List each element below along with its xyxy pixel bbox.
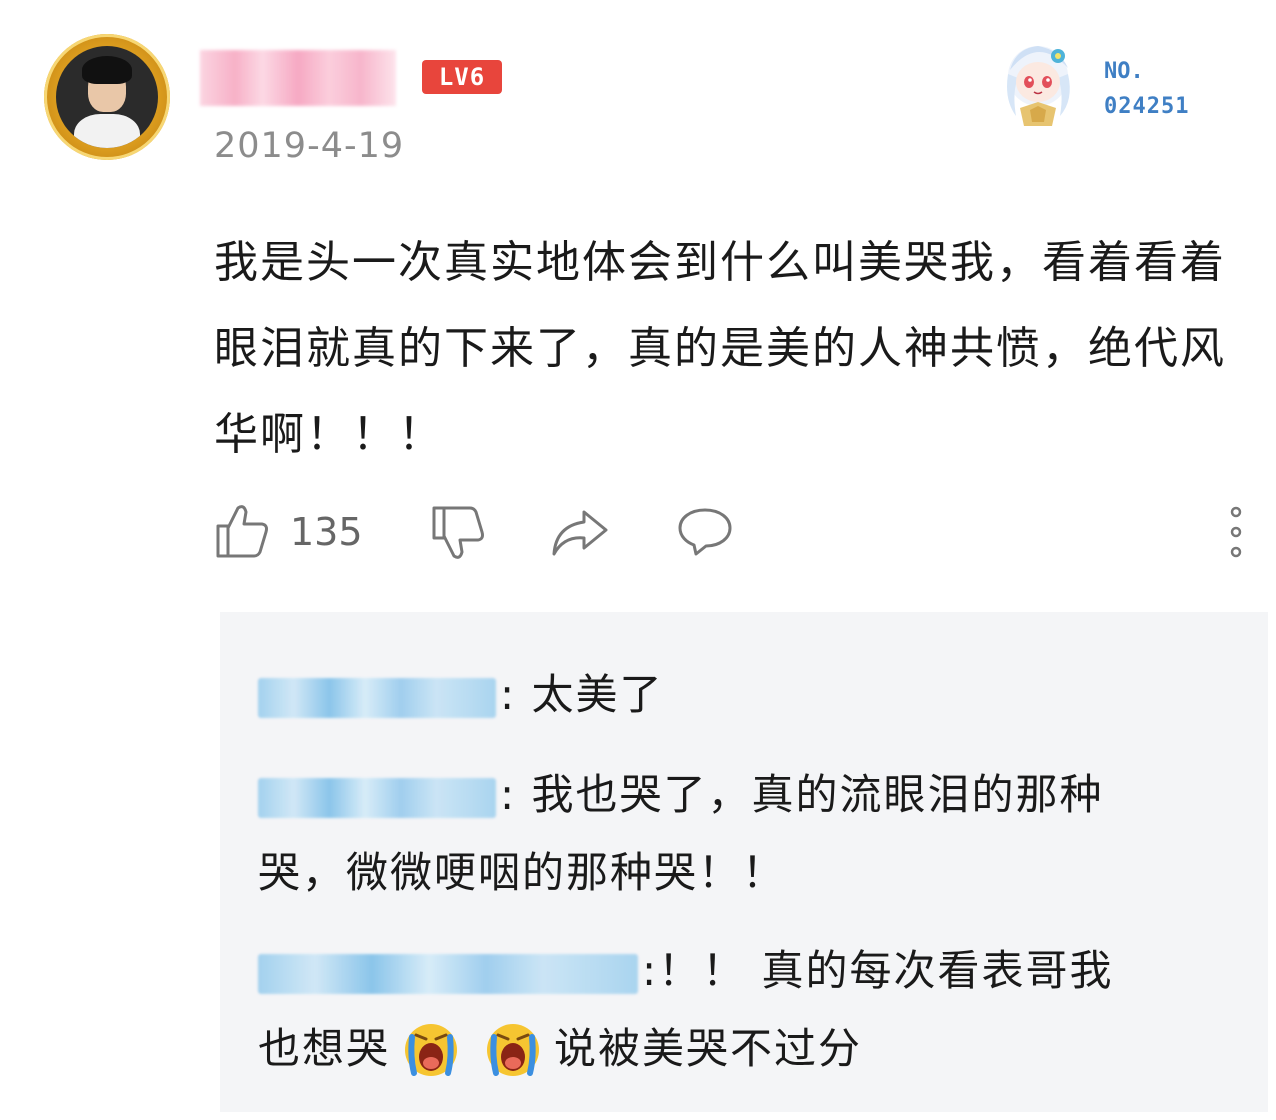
fan-card-no-label: NO. bbox=[1104, 59, 1144, 84]
replies-panel: : 太美了 : 我也哭了，真的流眼泪的那种 哭，微微哽咽的那种哭！！ :！！ 真… bbox=[220, 612, 1268, 1112]
comment-body: 我是头一次真实地体会到什么叫美哭我，看着看着眼泪就真的下来了，真的是美的人神共愤… bbox=[214, 237, 1226, 460]
like-count: 135 bbox=[290, 510, 363, 554]
reply-text-continued: 说被美哭不过分 bbox=[554, 1024, 863, 1073]
thumbs-up-icon[interactable] bbox=[214, 502, 270, 560]
reply-text-continued: 也想哭 bbox=[258, 1024, 391, 1073]
reply-item[interactable]: :！！ 真的每次看表哥我 也想哭 说被美哭不过分 bbox=[258, 932, 1114, 1088]
comment-date: 2019-4-19 bbox=[214, 126, 405, 166]
thumbs-down-icon[interactable] bbox=[430, 504, 486, 562]
reply-text-continued: 哭，微微哽咽的那种哭！！ bbox=[258, 848, 787, 897]
reply-text: : 太美了 bbox=[500, 670, 664, 719]
user-avatar[interactable] bbox=[44, 34, 170, 160]
comment-action-bar: 135 bbox=[214, 500, 1254, 564]
crying-emoji-icon bbox=[405, 1023, 458, 1076]
comment-bubble-icon[interactable] bbox=[676, 506, 734, 558]
reply-item[interactable]: : 我也哭了，真的流眼泪的那种 哭，微微哽咽的那种哭！！ bbox=[258, 756, 1104, 912]
more-vertical-icon[interactable] bbox=[1224, 504, 1248, 560]
username-redacted[interactable] bbox=[200, 50, 396, 106]
crying-emoji-icon bbox=[487, 1023, 540, 1076]
fan-card-character-icon bbox=[1007, 46, 1070, 126]
level-badge: LV6 bbox=[422, 60, 502, 94]
fan-card-number: 024251 bbox=[1104, 94, 1190, 119]
reply-item[interactable]: : 太美了 bbox=[258, 656, 664, 734]
reply-text: :！！ 真的每次看表哥我 bbox=[642, 946, 1114, 995]
reply-username-redacted[interactable] bbox=[258, 677, 496, 718]
reply-text: : 我也哭了，真的流眼泪的那种 bbox=[500, 770, 1104, 819]
share-icon[interactable] bbox=[550, 508, 610, 558]
reply-username-redacted[interactable] bbox=[258, 953, 638, 994]
avatar-photo bbox=[56, 46, 158, 148]
reply-username-redacted[interactable] bbox=[258, 777, 496, 818]
